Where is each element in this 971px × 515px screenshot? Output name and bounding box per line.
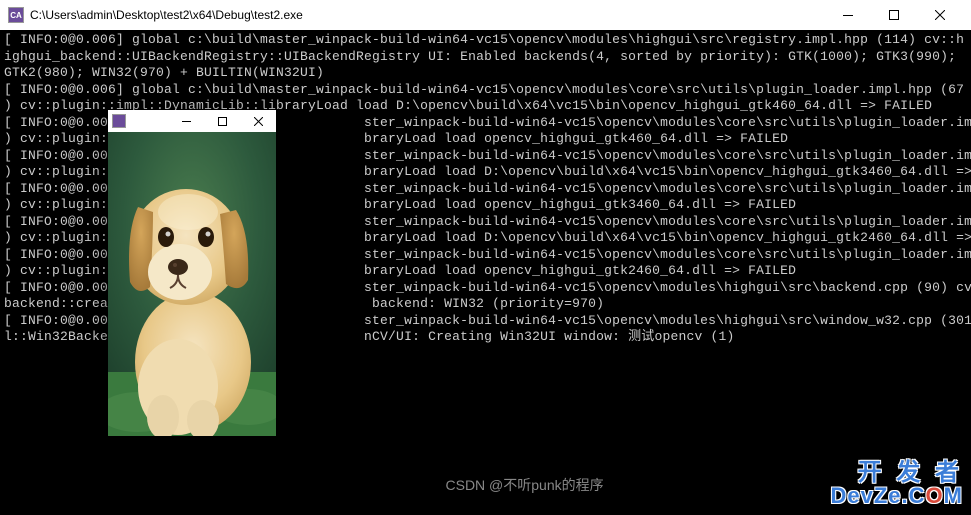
window-title: C:\Users\admin\Desktop\test2\x64\Debug\t… <box>30 8 825 22</box>
devze-watermark: 开 发 者 DevZe.COM <box>831 461 964 507</box>
app-icon: CA <box>8 7 24 23</box>
window-controls <box>825 0 963 30</box>
maximize-icon <box>889 10 899 20</box>
minimize-icon <box>182 121 191 122</box>
child-minimize-button[interactable] <box>168 110 204 132</box>
minimize-icon <box>843 15 853 16</box>
devze-bottom-text: DevZe.COM <box>831 485 964 507</box>
image-window[interactable] <box>108 110 276 436</box>
image-content <box>108 132 276 436</box>
close-icon <box>254 117 263 126</box>
child-maximize-button[interactable] <box>204 110 240 132</box>
maximize-icon <box>218 117 227 126</box>
maximize-button[interactable] <box>871 0 917 30</box>
puppy-image <box>108 132 276 436</box>
devze-top-text: 开 发 者 <box>831 461 964 485</box>
csdn-watermark: CSDN @不听punk的程序 <box>446 475 604 495</box>
close-icon <box>935 10 945 20</box>
main-title-bar: CA C:\Users\admin\Desktop\test2\x64\Debu… <box>0 0 971 30</box>
image-window-title-bar[interactable] <box>108 110 276 132</box>
close-button[interactable] <box>917 0 963 30</box>
child-close-button[interactable] <box>240 110 276 132</box>
child-app-icon <box>112 114 126 128</box>
minimize-button[interactable] <box>825 0 871 30</box>
